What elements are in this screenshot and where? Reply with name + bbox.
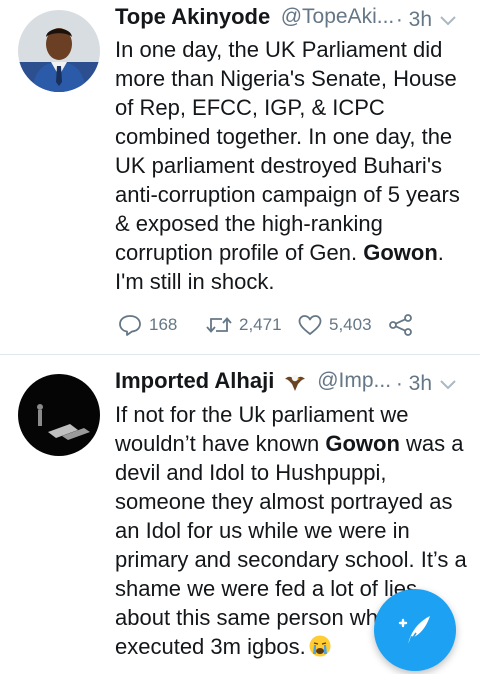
tweet-timestamp[interactable]: · 3h: [396, 372, 432, 396]
tweet-text-part: In one day, the UK Parliament did more t…: [115, 37, 460, 265]
avatar-photo-icon: [18, 374, 100, 456]
avatar[interactable]: [18, 374, 100, 456]
reply-icon: [119, 315, 141, 336]
retweet-button[interactable]: 2,471: [205, 310, 282, 340]
heart-icon: [298, 315, 322, 335]
tweet-text: In one day, the UK Parliament did more t…: [115, 35, 470, 296]
reply-count: 168: [149, 315, 178, 334]
author-handle[interactable]: @TopeAki...: [281, 5, 395, 29]
highlighted-keyword: Gowon: [325, 431, 400, 456]
author-name[interactable]: Imported Alhaji: [115, 368, 274, 394]
crying-face-emoji-icon: [309, 635, 331, 657]
like-count: 5,403: [329, 315, 372, 334]
avatar-photo-icon: [18, 10, 100, 92]
retweet-icon: [206, 317, 232, 333]
tweet-card[interactable]: Tope Akinyode @TopeAki... · 3h In one da…: [0, 0, 480, 355]
reply-button[interactable]: 168: [117, 310, 177, 340]
chevron-down-icon[interactable]: [438, 378, 458, 392]
eagle-emoji-icon: [284, 374, 305, 391]
highlighted-keyword: Gowon: [363, 240, 438, 265]
compose-tweet-button[interactable]: [374, 589, 456, 671]
author-handle[interactable]: @Imp...: [317, 369, 391, 393]
chevron-down-icon[interactable]: [438, 14, 458, 28]
avatar[interactable]: [18, 10, 100, 92]
share-icon: [389, 314, 412, 336]
like-button[interactable]: 5,403: [297, 310, 372, 340]
share-button[interactable]: [388, 310, 420, 340]
tweet-actions: 168 2,471 5,403: [115, 310, 435, 340]
author-name[interactable]: Tope Akinyode: [115, 4, 270, 30]
compose-tweet-icon: [398, 616, 430, 646]
tweet-timestamp[interactable]: · 3h: [396, 8, 432, 32]
retweet-count: 2,471: [239, 315, 282, 334]
